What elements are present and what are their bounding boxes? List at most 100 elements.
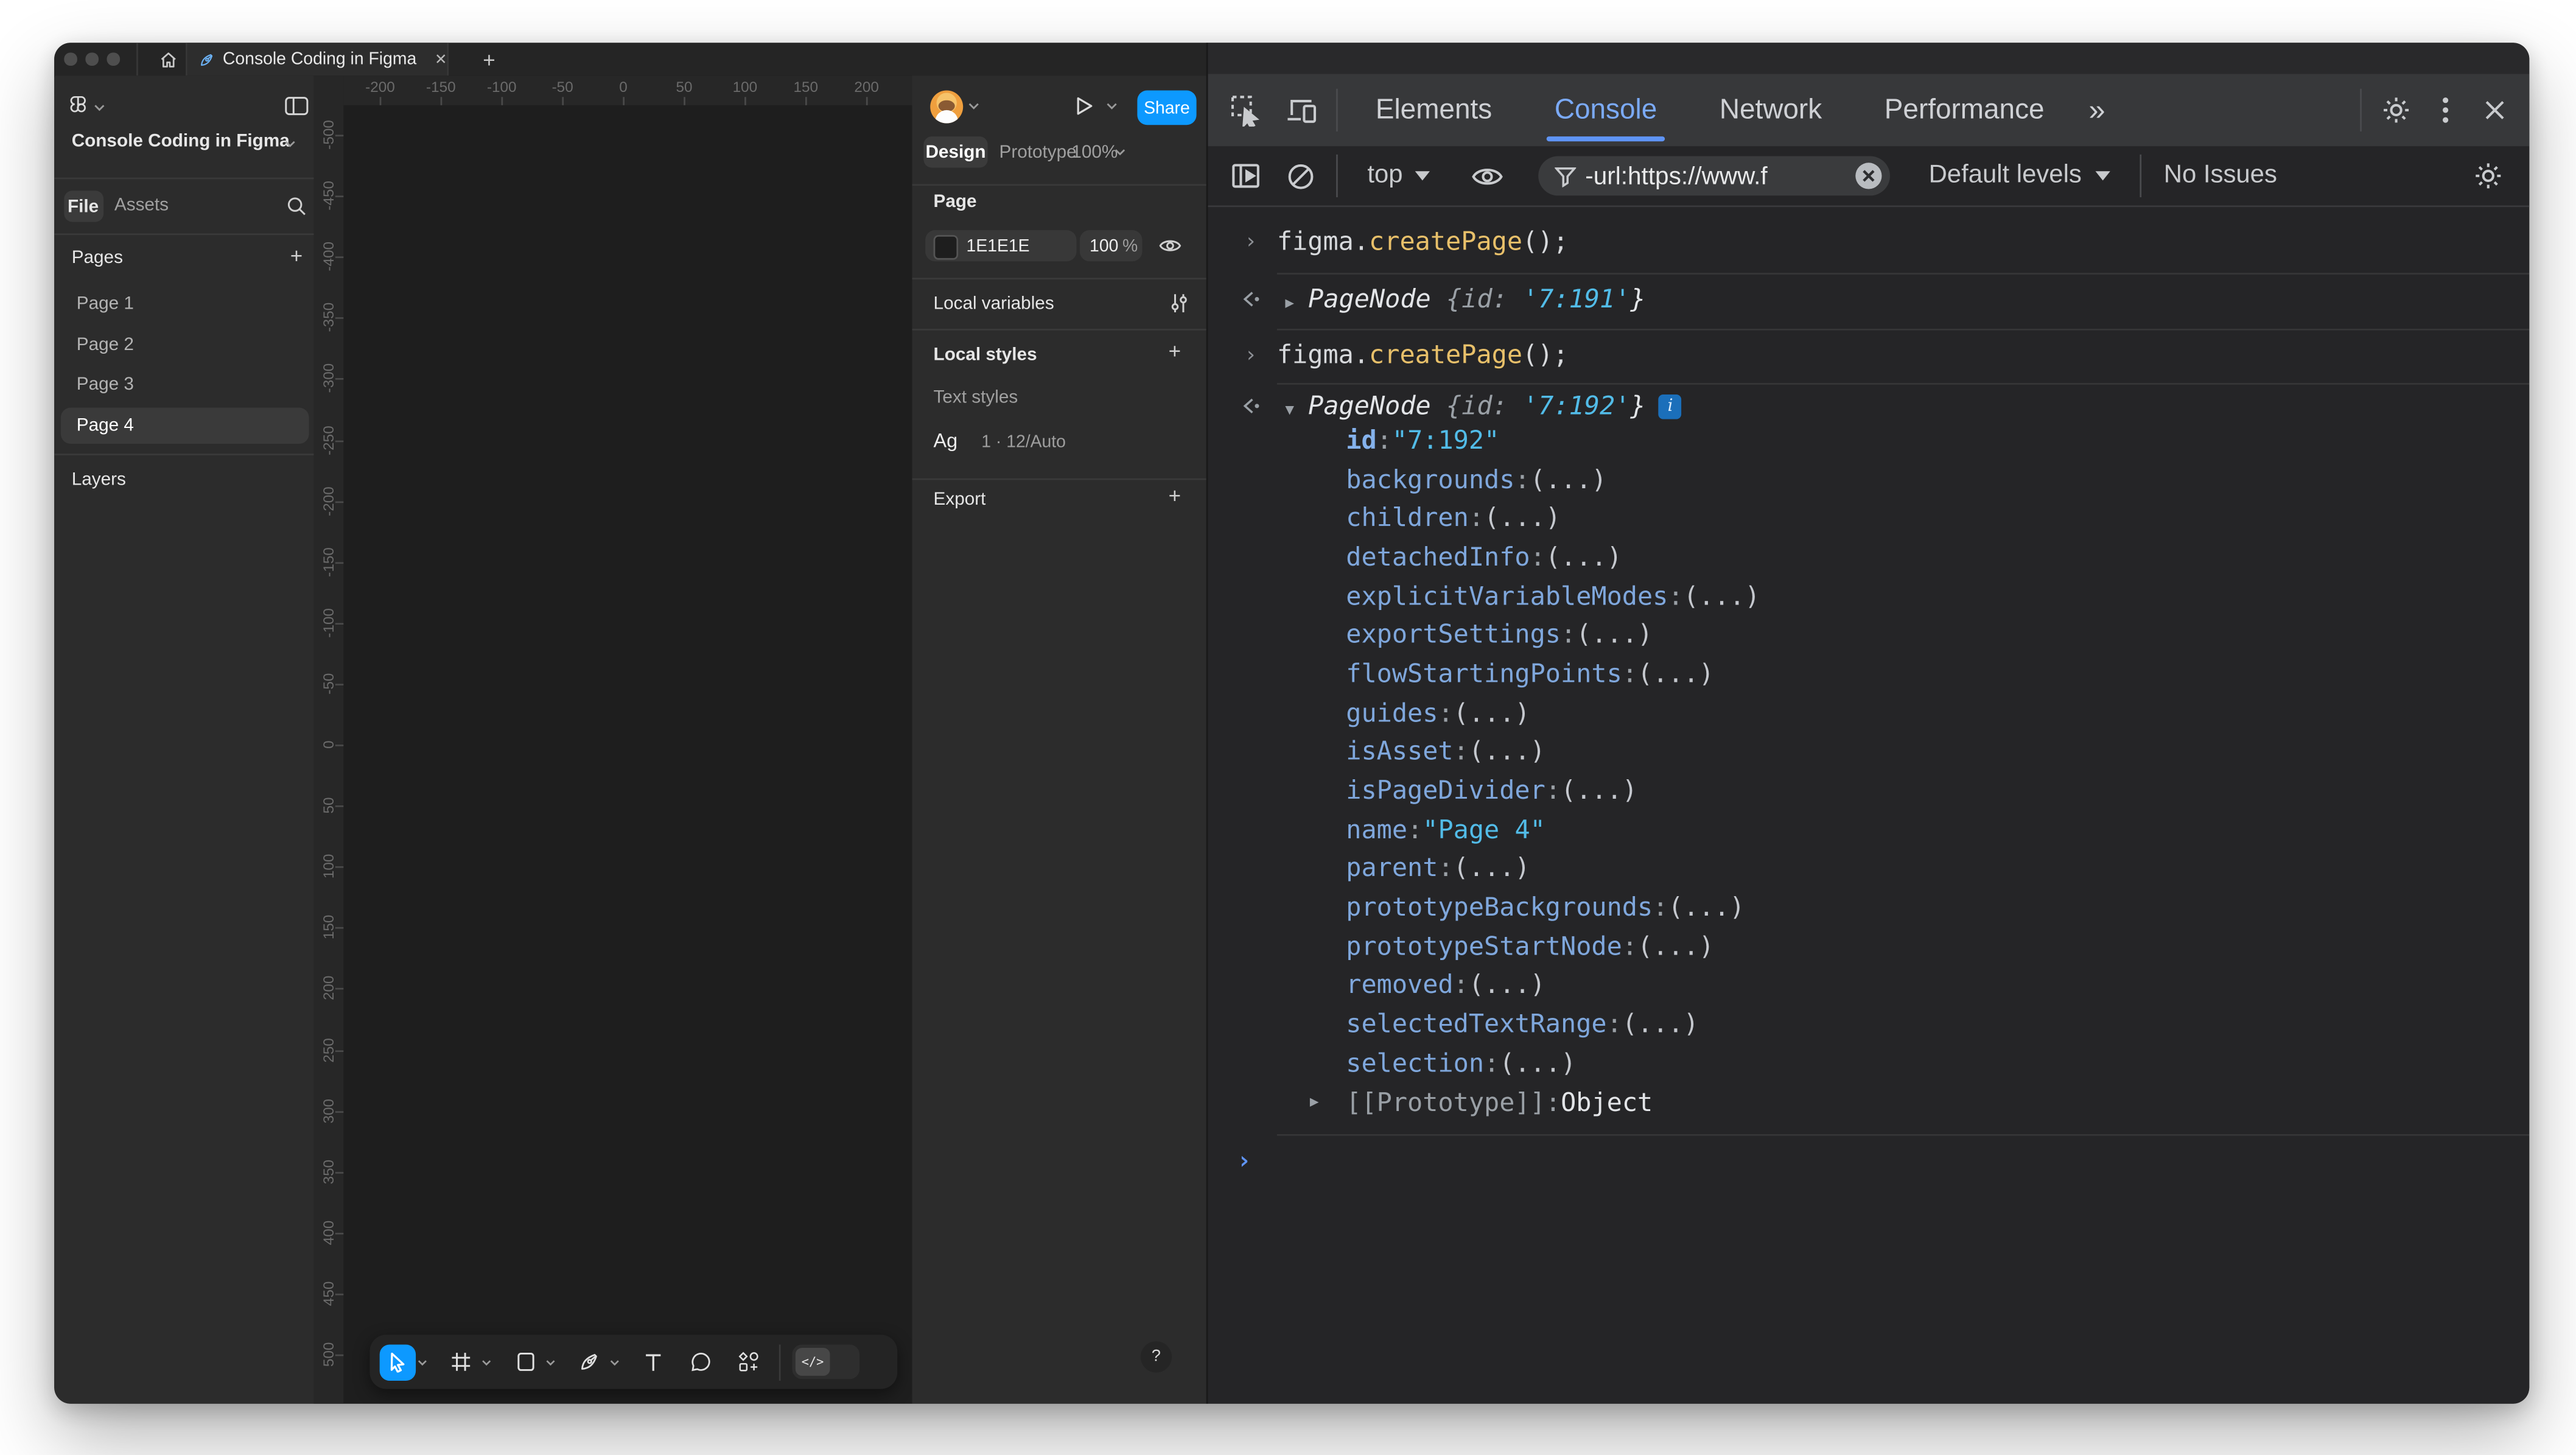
chevron-down-icon[interactable]: [968, 102, 979, 110]
property-value[interactable]: (...): [1637, 931, 1714, 961]
tab-prototype[interactable]: Prototype: [999, 143, 1077, 163]
chevron-down-icon[interactable]: [1115, 148, 1126, 156]
object-property[interactable]: selectedTextRange: (...): [1208, 1005, 2529, 1044]
devtools-tab-performance[interactable]: Performance: [1853, 74, 2076, 147]
property-value[interactable]: (...): [1469, 737, 1545, 767]
object-property[interactable]: removed: (...): [1208, 966, 2529, 1005]
property-value[interactable]: (...): [1454, 854, 1530, 883]
property-value[interactable]: (...): [1454, 698, 1530, 728]
console-sidebar-button[interactable]: [1218, 148, 1274, 204]
info-badge[interactable]: i: [1659, 394, 1682, 419]
property-value[interactable]: (...): [1484, 503, 1561, 533]
window-zoom-button[interactable]: [107, 53, 120, 66]
property-value[interactable]: (...): [1668, 892, 1745, 922]
property-value[interactable]: (...): [1469, 970, 1545, 1000]
actions-tool-button[interactable]: [731, 1344, 767, 1380]
add-export-button[interactable]: +: [1169, 483, 1181, 508]
object-property[interactable]: explicitVariableModes: (...): [1208, 577, 2529, 615]
chevron-down-icon[interactable]: [610, 1359, 620, 1366]
tab-file[interactable]: File: [63, 191, 103, 222]
eye-icon[interactable]: [1158, 237, 1181, 255]
console-command[interactable]: › figma.createPage();: [1208, 334, 2529, 376]
object-property[interactable]: parent: (...): [1208, 849, 2529, 888]
context-selector[interactable]: top: [1367, 161, 1429, 191]
object-property[interactable]: name: "Page 4": [1208, 810, 2529, 849]
chevron-down-icon[interactable]: [545, 1359, 555, 1366]
pen-tool-button[interactable]: [572, 1344, 608, 1380]
text-tool-button[interactable]: [636, 1344, 672, 1380]
add-page-button[interactable]: +: [290, 244, 303, 268]
property-value[interactable]: (...): [1561, 776, 1637, 805]
console-filter[interactable]: [1538, 156, 1889, 196]
add-style-button[interactable]: +: [1169, 338, 1181, 363]
object-property[interactable]: prototypeBackgrounds: (...): [1208, 888, 2529, 927]
property-value[interactable]: (...): [1684, 581, 1760, 611]
clear-filter-button[interactable]: [1855, 163, 1881, 189]
inspect-element-button[interactable]: [1218, 82, 1274, 138]
figma-file-tab[interactable]: Console Coding in Figma ✕: [187, 43, 447, 75]
object-property[interactable]: selection: (...): [1208, 1044, 2529, 1083]
property-value[interactable]: (...): [1499, 1048, 1576, 1078]
canvas[interactable]: -200-150-100-50050100150200 -500-450-400…: [315, 75, 912, 1404]
file-name-row[interactable]: Console Coding in Figma: [54, 131, 315, 155]
object-property[interactable]: id: "7:192": [1208, 421, 2529, 460]
property-value[interactable]: (...): [1637, 659, 1714, 689]
devtools-tab-network[interactable]: Network: [1689, 74, 1853, 147]
chevron-down-icon[interactable]: [418, 1359, 427, 1366]
chevron-down-icon[interactable]: [481, 1359, 491, 1366]
object-property[interactable]: guides: (...): [1208, 693, 2529, 732]
toggle-sidebar-icon[interactable]: [284, 94, 309, 116]
object-property[interactable]: detachedInfo: (...): [1208, 538, 2529, 577]
expand-triangle-icon[interactable]: ▶: [1310, 1094, 1333, 1110]
object-property[interactable]: exportSettings: (...): [1208, 615, 2529, 654]
tab-design[interactable]: Design: [923, 136, 987, 167]
present-play-icon[interactable]: [1075, 96, 1094, 117]
window-close-button[interactable]: [65, 53, 77, 66]
devtools-tab-console[interactable]: Console: [1524, 74, 1689, 147]
home-button[interactable]: [150, 43, 185, 75]
dev-mode-toggle[interactable]: </>: [792, 1345, 859, 1380]
log-levels-selector[interactable]: Default levels: [1929, 161, 2110, 191]
devtools-menu-button[interactable]: [2423, 82, 2466, 138]
avatar[interactable]: [930, 89, 963, 122]
object-property[interactable]: prototypeStartNode: (...): [1208, 927, 2529, 966]
chevron-down-icon[interactable]: [93, 103, 105, 112]
console-command[interactable]: › figma.createPage();: [1208, 220, 2529, 263]
text-style-item[interactable]: Ag 1 · 12/Auto: [934, 426, 1066, 455]
property-value[interactable]: (...): [1545, 542, 1622, 572]
device-toolbar-button[interactable]: [1273, 82, 1329, 138]
figma-logo-icon[interactable]: [67, 96, 88, 121]
devtools-close-button[interactable]: [2466, 82, 2522, 138]
new-tab-button[interactable]: +: [473, 43, 506, 75]
devtools-settings-button[interactable]: [2368, 82, 2424, 138]
window-minimize-button[interactable]: [86, 53, 99, 66]
page-opacity-field[interactable]: 100 %: [1080, 230, 1143, 261]
console-prompt[interactable]: ›: [1208, 1139, 2529, 1180]
object-property[interactable]: children: (...): [1208, 499, 2529, 538]
live-expression-button[interactable]: [1458, 148, 1514, 204]
frame-tool-button[interactable]: [444, 1344, 480, 1380]
comment-tool-button[interactable]: [684, 1344, 719, 1380]
console-result[interactable]: ▶PageNode {id: '7:191'}: [1208, 278, 2529, 320]
property-value[interactable]: (...): [1622, 1009, 1699, 1039]
object-property[interactable]: isPageDivider: (...): [1208, 771, 2529, 810]
more-tabs-button[interactable]: »: [2076, 74, 2115, 147]
collapse-triangle-icon[interactable]: ▼: [1285, 404, 1308, 420]
share-button[interactable]: Share: [1137, 91, 1196, 125]
property-value[interactable]: (...): [1576, 620, 1653, 650]
clear-console-button[interactable]: [1273, 148, 1329, 204]
color-swatch[interactable]: [934, 234, 959, 259]
sidebar-page-item[interactable]: Page 1: [77, 286, 134, 322]
devtools-tab-elements[interactable]: Elements: [1345, 74, 1524, 147]
expand-triangle-icon[interactable]: ▶: [1285, 296, 1308, 312]
object-property[interactable]: flowStartingPoints: (...): [1208, 654, 2529, 693]
filter-input[interactable]: [1585, 162, 1845, 190]
object-property[interactable]: backgrounds: (...): [1208, 460, 2529, 499]
move-tool-button[interactable]: [380, 1344, 416, 1380]
property-value[interactable]: (...): [1530, 465, 1607, 494]
search-icon[interactable]: [285, 195, 307, 216]
issues-counter[interactable]: No Issues: [2164, 161, 2277, 191]
console-settings-button[interactable]: [2460, 148, 2516, 204]
page-color-field[interactable]: 1E1E1E: [925, 230, 1076, 261]
sidebar-page-item[interactable]: Page 2: [77, 326, 134, 362]
